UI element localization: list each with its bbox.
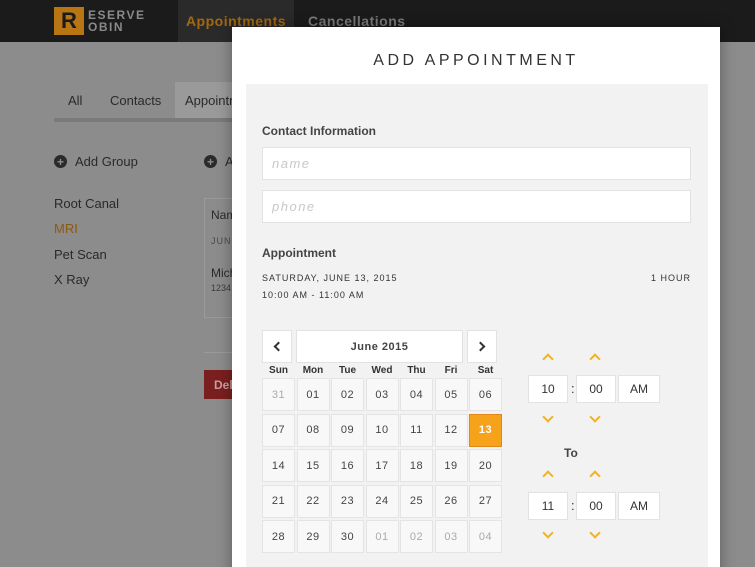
weekday-label: Fri (444, 364, 458, 376)
start-minute-increment[interactable] (589, 352, 601, 362)
calendar-day[interactable]: 14 (262, 449, 295, 482)
appointment-date-summary: SATURDAY, JUNE 13, 2015 (262, 273, 398, 283)
add-appointment-modal: ADD APPOINTMENT Contact Information Appo… (232, 27, 720, 567)
start-hour-field[interactable]: 10 (528, 375, 568, 403)
tab-all[interactable]: All (68, 82, 82, 118)
calendar-weekdays: Sun Mon Tue Wed Thu Fri Sat (262, 362, 498, 378)
calendar-day[interactable]: 01 (365, 520, 399, 553)
weekday-label: Thu (407, 364, 426, 376)
end-hour-decrement[interactable] (542, 530, 554, 540)
start-hour-decrement[interactable] (542, 414, 554, 424)
phone-input[interactable] (262, 190, 691, 223)
end-minute-decrement[interactable] (589, 530, 601, 540)
start-minute-decrement[interactable] (589, 414, 601, 424)
calendar-day[interactable]: 07 (262, 413, 295, 447)
calendar-day[interactable]: 02 (400, 520, 433, 553)
next-month-button[interactable] (467, 330, 497, 363)
calendar-days-grid: 31 01 02 03 04 05 06 07 08 09 10 11 12 13 14 15 16 17 18 19… (262, 378, 502, 553)
appointment-heading: Appointment (262, 246, 336, 260)
time-separator: : (571, 498, 575, 513)
name-input[interactable] (262, 147, 691, 180)
calendar-day[interactable]: 30 (331, 520, 364, 553)
calendar-day[interactable]: 22 (296, 484, 330, 518)
calendar-day[interactable]: 11 (400, 413, 433, 447)
calendar-day[interactable]: 21 (262, 484, 295, 518)
calendar-day[interactable]: 29 (296, 520, 330, 553)
time-separator: : (571, 381, 575, 396)
weekday-label: Tue (338, 364, 357, 376)
calendar-day[interactable]: 17 (365, 449, 399, 482)
end-ampm-toggle[interactable]: AM (618, 492, 660, 520)
calendar-day[interactable]: 18 (400, 449, 433, 482)
calendar-day[interactable]: 03 (365, 378, 399, 411)
calendar-day[interactable]: 05 (434, 378, 468, 411)
plus-circle-icon: + (204, 155, 217, 168)
table-subheader: JUN (211, 236, 232, 246)
end-minute-increment[interactable] (589, 469, 601, 479)
calendar-day[interactable]: 10 (365, 413, 399, 447)
group-item-pet-scan[interactable]: Pet Scan (54, 247, 107, 262)
app-logo[interactable]: R ESERVE OBIN (54, 7, 145, 35)
group-item-mri[interactable]: MRI (54, 221, 78, 236)
add-appointment-button[interactable]: + A (204, 154, 234, 169)
calendar-day[interactable]: 27 (469, 484, 502, 518)
calendar-day[interactable]: 23 (331, 484, 364, 518)
calendar-day[interactable]: 01 (296, 378, 330, 411)
weekday-label: Wed (371, 364, 393, 376)
calendar-month-label: June 2015 (296, 330, 463, 363)
calendar-day[interactable]: 19 (434, 449, 468, 482)
prev-month-button[interactable] (262, 330, 292, 363)
end-hour-increment[interactable] (542, 469, 554, 479)
calendar-day[interactable]: 28 (262, 520, 295, 553)
end-hour-field[interactable]: 11 (528, 492, 568, 520)
calendar-day[interactable]: 09 (331, 413, 364, 447)
calendar-day[interactable]: 12 (434, 413, 468, 447)
to-label: To (564, 446, 578, 460)
plus-circle-icon: + (54, 155, 67, 168)
start-hour-increment[interactable] (542, 352, 554, 362)
chevron-left-icon (273, 341, 284, 352)
calendar-day-selected[interactable]: 13 (469, 413, 502, 447)
weekday-label: Sun (269, 364, 288, 376)
modal-title: ADD APPOINTMENT (373, 52, 579, 69)
calendar-day[interactable]: 16 (331, 449, 364, 482)
logo-text: ESERVE OBIN (88, 8, 146, 34)
start-ampm-toggle[interactable]: AM (618, 375, 660, 403)
table-row-phone: 1234 (211, 283, 232, 293)
appointment-time-summary: 10:00 AM - 11:00 AM (262, 290, 365, 300)
tab-contacts[interactable]: Contacts (110, 82, 161, 118)
weekday-label: Mon (302, 364, 324, 376)
calendar-day[interactable]: 04 (400, 378, 433, 411)
chevron-right-icon (475, 341, 486, 352)
logo-mark: R (54, 7, 84, 35)
appointment-duration: 1 HOUR (650, 273, 691, 283)
calendar-day[interactable]: 20 (469, 449, 502, 482)
group-item-root-canal[interactable]: Root Canal (54, 196, 119, 211)
calendar-day[interactable]: 26 (434, 484, 468, 518)
calendar-day[interactable]: 06 (469, 378, 502, 411)
calendar-day[interactable]: 15 (296, 449, 330, 482)
calendar-day[interactable]: 02 (331, 378, 364, 411)
calendar-day[interactable]: 04 (469, 520, 502, 553)
group-item-x-ray[interactable]: X Ray (54, 272, 89, 287)
calendar-day[interactable]: 08 (296, 413, 330, 447)
calendar-day[interactable]: 31 (262, 378, 295, 411)
calendar-day[interactable]: 25 (400, 484, 433, 518)
appointment-form: Contact Information Appointment SATURDAY… (246, 84, 708, 567)
start-minute-field[interactable]: 00 (576, 375, 616, 403)
calendar-day[interactable]: 24 (365, 484, 399, 518)
end-minute-field[interactable]: 00 (576, 492, 616, 520)
divider (204, 352, 234, 353)
background-tabs: All Contacts Appointm (54, 82, 250, 122)
add-group-button[interactable]: + Add Group (54, 154, 138, 169)
weekday-label: Sat (477, 364, 494, 376)
contact-info-heading: Contact Information (262, 124, 376, 138)
calendar-day[interactable]: 03 (434, 520, 468, 553)
